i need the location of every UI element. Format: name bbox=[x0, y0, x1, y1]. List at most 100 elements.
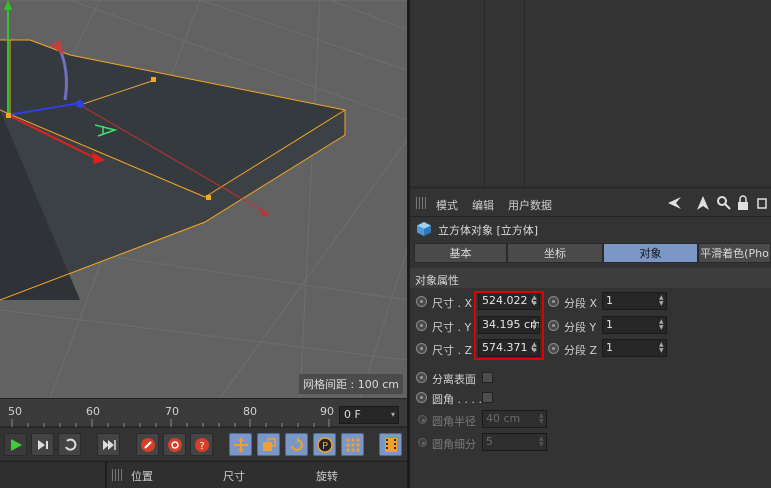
grip-icon[interactable] bbox=[416, 197, 428, 209]
record-key-icon bbox=[140, 437, 155, 452]
attribute-menubar: 模式 编辑 用户数据 bbox=[410, 189, 771, 217]
tab-coord[interactable]: 坐标 bbox=[507, 243, 603, 263]
tab-basic[interactable]: 基本 bbox=[414, 243, 507, 263]
keyframe-selection-button[interactable]: ? bbox=[190, 433, 213, 456]
loop-button[interactable] bbox=[58, 433, 81, 456]
points-icon bbox=[345, 437, 360, 452]
record-button[interactable] bbox=[136, 433, 159, 456]
transport-toolbar: ? P bbox=[0, 427, 407, 460]
timeline-window-button[interactable] bbox=[379, 433, 402, 456]
gizmo-x-handle[interactable] bbox=[76, 100, 84, 108]
size-x-anim-radio[interactable] bbox=[416, 296, 427, 307]
settings-icon[interactable] bbox=[755, 195, 771, 211]
object-manager[interactable] bbox=[410, 0, 771, 186]
tick-label: 80 bbox=[243, 405, 257, 418]
autokey-button[interactable] bbox=[163, 433, 186, 456]
position-header: 位置 bbox=[131, 470, 153, 483]
fillet-subdivision-anim-radio bbox=[418, 438, 427, 447]
svg-text:P: P bbox=[321, 441, 327, 452]
fillet-subdivision-field: 5 ▲ ▼ bbox=[482, 433, 547, 451]
segment-x-anim-radio[interactable] bbox=[548, 296, 559, 307]
segment-y-field[interactable]: 1 ▲ ▼ bbox=[602, 316, 667, 334]
separate-surfaces-checkbox[interactable] bbox=[482, 372, 493, 383]
x-axis-arrow bbox=[260, 208, 270, 216]
column-divider[interactable] bbox=[524, 0, 525, 186]
cube-icon bbox=[417, 222, 431, 236]
search-icon[interactable] bbox=[716, 195, 732, 211]
size-y-label: 尺寸 . Y bbox=[432, 321, 472, 334]
column-divider[interactable] bbox=[484, 0, 485, 186]
size-header: 尺寸 bbox=[223, 470, 245, 483]
segment-z-value: 1 bbox=[606, 341, 613, 354]
point-handle[interactable] bbox=[6, 113, 11, 118]
fillet-anim-radio[interactable] bbox=[416, 392, 427, 403]
fillet-radius-label: 圆角半径 bbox=[432, 415, 476, 428]
grid-spacing-label: 网格间距 : 100 cm bbox=[299, 374, 403, 394]
stepper-icon[interactable]: ▲ ▼ bbox=[659, 295, 664, 307]
menu-user-data[interactable]: 用户数据 bbox=[508, 197, 552, 213]
current-frame-field[interactable]: 0 F ▾ bbox=[339, 406, 399, 424]
highlight-box bbox=[474, 291, 544, 360]
move-key-button[interactable] bbox=[229, 433, 252, 456]
point-handle[interactable] bbox=[151, 77, 156, 82]
segment-z-field[interactable]: 1 ▲ ▼ bbox=[602, 339, 667, 357]
size-z-label: 尺寸 . Z bbox=[432, 344, 473, 357]
segment-x-field[interactable]: 1 ▲ ▼ bbox=[602, 292, 667, 310]
tick-label: 50 bbox=[8, 405, 22, 418]
stepper-icon[interactable]: ▾ bbox=[391, 407, 395, 423]
back-arrow-icon[interactable] bbox=[666, 195, 682, 211]
segment-y-anim-radio[interactable] bbox=[548, 320, 559, 331]
next-key-icon bbox=[37, 439, 48, 450]
scale-icon bbox=[262, 437, 276, 451]
next-key-button[interactable] bbox=[31, 433, 54, 456]
stepper-icon[interactable]: ▲ ▼ bbox=[659, 342, 664, 354]
menu-mode[interactable]: 模式 bbox=[436, 197, 458, 213]
rotate-icon bbox=[290, 436, 303, 451]
stepper-icon[interactable]: ▲ ▼ bbox=[659, 319, 664, 331]
size-z-anim-radio[interactable] bbox=[416, 343, 427, 354]
object-title-row: 立方体对象 [立方体] bbox=[410, 217, 771, 241]
segment-x-label: 分段 X bbox=[564, 297, 598, 310]
scale-key-button[interactable] bbox=[257, 433, 280, 456]
current-frame-value: 0 F bbox=[344, 408, 361, 421]
rotation-header: 旋转 bbox=[316, 470, 338, 483]
lock-icon[interactable] bbox=[735, 195, 751, 211]
param-key-button[interactable]: P bbox=[313, 433, 336, 456]
tab-object[interactable]: 对象 bbox=[603, 243, 698, 263]
3d-viewport[interactable]: 网格间距 : 100 cm bbox=[0, 0, 407, 398]
up-arrow-icon[interactable] bbox=[695, 195, 711, 211]
go-to-end-button[interactable] bbox=[97, 433, 120, 456]
panel-divider[interactable] bbox=[105, 462, 107, 488]
menu-edit[interactable]: 编辑 bbox=[472, 197, 494, 213]
object-title: 立方体对象 [立方体] bbox=[438, 224, 539, 237]
segment-x-value: 1 bbox=[606, 294, 613, 307]
gizmo-y-arrow[interactable] bbox=[4, 0, 12, 10]
go-to-end-icon bbox=[102, 439, 116, 450]
fillet-radius-field: 40 cm ▲ ▼ bbox=[482, 410, 547, 428]
tick-label: 70 bbox=[165, 405, 179, 418]
stepper-icon: ▲ ▼ bbox=[539, 412, 544, 425]
segment-z-label: 分段 Z bbox=[564, 344, 598, 357]
loop-icon bbox=[64, 438, 76, 451]
segment-z-anim-radio[interactable] bbox=[548, 343, 559, 354]
rotate-key-button[interactable] bbox=[285, 433, 308, 456]
tick-label: 90 bbox=[320, 405, 334, 418]
size-y-anim-radio[interactable] bbox=[416, 320, 427, 331]
parameter-icon: P bbox=[316, 436, 333, 453]
fillet-checkbox[interactable] bbox=[482, 392, 493, 403]
point-handle[interactable] bbox=[206, 195, 211, 200]
pla-key-button[interactable] bbox=[341, 433, 364, 456]
tab-phong[interactable]: 平滑着色(Pho bbox=[698, 243, 771, 263]
separate-surfaces-label: 分离表面 bbox=[432, 373, 476, 386]
fillet-subdivision-label: 圆角细分 bbox=[432, 438, 476, 451]
stepper-icon: ▲ ▼ bbox=[539, 435, 544, 448]
size-x-label: 尺寸 . X bbox=[432, 297, 473, 310]
play-forward-button[interactable] bbox=[4, 433, 27, 456]
move-icon bbox=[233, 436, 248, 453]
separate-surfaces-anim-radio[interactable] bbox=[416, 372, 427, 383]
grip-icon[interactable] bbox=[112, 469, 124, 481]
attribute-tabs: 基本 坐标 对象 平滑着色(Pho bbox=[414, 243, 771, 263]
fillet-label: 圆角 . . . . bbox=[432, 393, 482, 406]
attribute-manager: 模式 编辑 用户数据 立方体对象 [立方体] 基本 坐标 对象 平滑着色(Pho bbox=[410, 189, 771, 488]
fillet-radius-anim-radio bbox=[418, 415, 427, 424]
